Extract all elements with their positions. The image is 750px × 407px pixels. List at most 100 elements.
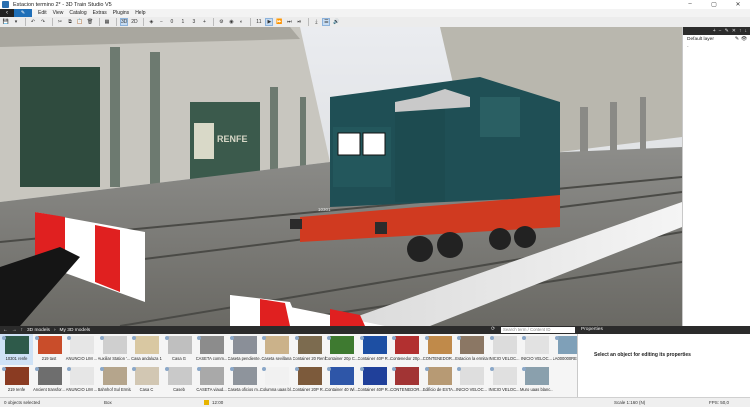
speed-value[interactable]: 11 [254, 18, 263, 26]
edit-layer-icon[interactable]: ✎ [725, 28, 729, 34]
back-button[interactable]: ‹ [0, 9, 14, 17]
catalog-item[interactable]: Bahnhof Sul Ermita [98, 365, 131, 396]
breadcrumb-3d-models[interactable]: 3D models [27, 328, 50, 333]
catalog-item-label: Container 20P R... [292, 387, 326, 392]
catalog-item[interactable]: INICIO VELOC... [520, 334, 553, 365]
paste-icon[interactable]: 📋 [76, 18, 84, 26]
catalog-item[interactable]: 219 renfe [0, 365, 33, 396]
catalog-item[interactable]: Ancient transfor... [33, 365, 66, 396]
catalog-item[interactable]: Casa G [163, 334, 196, 365]
catalog-item[interactable]: Container 20 Renfe [293, 334, 326, 365]
3d-viewport[interactable]: RENFE 10301 [0, 27, 682, 326]
close-button[interactable]: ✕ [726, 1, 750, 8]
menu-view[interactable]: View [53, 10, 64, 16]
copy-icon[interactable]: ⧉ [66, 18, 74, 26]
eye-icon[interactable]: 👁 [741, 37, 747, 42]
catalog-item[interactable]: ANUNCIO LIM ... [65, 365, 98, 396]
layer-value-3[interactable]: 3 [189, 18, 198, 26]
catalog-item[interactable]: Contenedor 20p... [390, 334, 423, 365]
catalog-item[interactable]: 219 tast [33, 334, 66, 365]
catalog-item[interactable]: 10301 renfe [0, 334, 33, 365]
catalog-item[interactable]: ANUNCIO LIM ... [65, 334, 98, 365]
catalog-item[interactable]: INICIO VELOC... [455, 365, 488, 396]
catalog-item-thumbnail [37, 367, 62, 385]
lock-icon[interactable]: ✎ [735, 37, 739, 42]
catalog-item-badge-icon [164, 336, 169, 340]
skip-end-icon[interactable]: ⏯ [295, 18, 303, 26]
export-icon[interactable]: ⤓ [312, 18, 320, 26]
scale-status[interactable]: Scale 1:160 (N) [614, 400, 645, 405]
forward-arrow-icon[interactable]: → [12, 328, 17, 333]
visibility-icon[interactable]: ◐ [237, 18, 245, 26]
move-down-icon[interactable]: ↓ [745, 28, 748, 34]
move-up-icon[interactable]: ↑ [739, 28, 742, 34]
undo-icon[interactable]: ↶ [29, 18, 37, 26]
layer-default[interactable]: Default layer ✎ 👁 [683, 35, 750, 44]
menu-catalog[interactable]: Catalog [69, 10, 86, 16]
layers-icon[interactable]: ◈ [147, 18, 155, 26]
catalog-item[interactable]: Container 20p C... [325, 334, 358, 365]
catalog-item[interactable]: Muro uaas blanc... [520, 365, 553, 396]
refresh-icon[interactable]: ⟳ [491, 326, 495, 332]
catalog-item[interactable]: Container 40 Wi... [325, 365, 358, 396]
sound-icon[interactable]: 🔊 [332, 18, 340, 26]
track-icon[interactable]: ☰ [322, 18, 331, 26]
catalog-search-input[interactable]: Search term / Content ID [501, 327, 575, 333]
catalog-item[interactable]: Container 20P R... [293, 365, 326, 396]
fast-forward-icon[interactable]: ⏩ [275, 18, 283, 26]
catalog-item[interactable]: Caseb [163, 365, 196, 396]
catalog-item[interactable]: Estacion la ermita [455, 334, 488, 365]
catalog-item[interactable]: Container 40P R... [358, 365, 391, 396]
menu-bar: ‹ ✎ Edit View Catalog Extras Plugins Hel… [0, 9, 750, 17]
camera-icon[interactable]: ◉ [227, 18, 235, 26]
menu-help[interactable]: Help [135, 10, 145, 16]
settings-icon[interactable]: ⚙ [217, 18, 225, 26]
maximize-button[interactable]: ▢ [702, 1, 726, 8]
back-arrow-icon[interactable]: ← [3, 328, 8, 333]
remove-layer-icon[interactable]: − [719, 28, 722, 34]
minus-icon[interactable]: − [157, 18, 165, 26]
breadcrumb-my-models[interactable]: My 3D models [60, 328, 91, 333]
delete-layer-icon[interactable]: ✕ [732, 28, 736, 34]
catalog-item[interactable]: Casa andaluza 1 [130, 334, 163, 365]
catalog-item[interactable]: Caseta pendiente... [228, 334, 261, 365]
save-icon[interactable]: 💾 [2, 18, 10, 26]
fast-forward-2-icon[interactable]: ⏭ [285, 18, 293, 26]
plus-icon[interactable]: + [200, 18, 208, 26]
redo-icon[interactable]: ↷ [39, 18, 47, 26]
catalog-item[interactable]: Caseta oficios m... [228, 365, 261, 396]
catalog-item[interactable]: Edificio de ESTA... [423, 365, 456, 396]
edit-mode-button[interactable]: ✎ [14, 9, 32, 17]
menu-extras[interactable]: Extras [93, 10, 107, 16]
grid-icon[interactable]: ▦ [103, 18, 111, 26]
window-controls: – ▢ ✕ [678, 1, 750, 8]
up-arrow-icon[interactable]: ↑ [21, 328, 23, 333]
view-3d-button[interactable]: 3D [120, 18, 129, 26]
play-icon[interactable]: ▶ [265, 18, 274, 26]
catalog-item-thumbnail [395, 367, 419, 385]
catalog-item[interactable]: CONTENEDOR... [390, 365, 423, 396]
catalog-item[interactable]: Auxiliar Station '... [98, 334, 131, 365]
catalog-item[interactable]: Columna uaas bl... [260, 365, 293, 396]
catalog-item[interactable]: CASETA comm... [195, 334, 228, 365]
layer-value-1[interactable]: 1 [178, 18, 187, 26]
catalog-item[interactable]: CONTENEDOR... [423, 334, 456, 365]
catalog-item[interactable]: CASETA viaud... [195, 365, 228, 396]
dropdown-icon[interactable]: ▾ [12, 18, 20, 26]
view-2d-button[interactable]: 2D [130, 18, 138, 26]
catalog-item[interactable]: Container 40P R... [358, 334, 391, 365]
minimize-button[interactable]: – [678, 1, 702, 8]
locomotive: 10301 [290, 77, 560, 262]
catalog-item[interactable]: INICIO VELOC... [488, 334, 521, 365]
catalog-item[interactable]: Casa C [130, 365, 163, 396]
delete-icon[interactable]: 🗑 [86, 18, 94, 26]
menu-edit[interactable]: Edit [38, 10, 47, 16]
time-status[interactable]: 12:00 [212, 400, 223, 405]
catalog-item[interactable]: INICIO VELOC... [488, 365, 521, 396]
add-layer-icon[interactable]: + [713, 28, 716, 34]
catalog-item-label: Estacion la ermita [455, 356, 488, 361]
menu-plugins[interactable]: Plugins [113, 10, 129, 16]
cut-icon[interactable]: ✂ [56, 18, 64, 26]
catalog-item[interactable]: Caseta sevillana [260, 334, 293, 365]
layer-value-0[interactable]: 0 [167, 18, 176, 26]
